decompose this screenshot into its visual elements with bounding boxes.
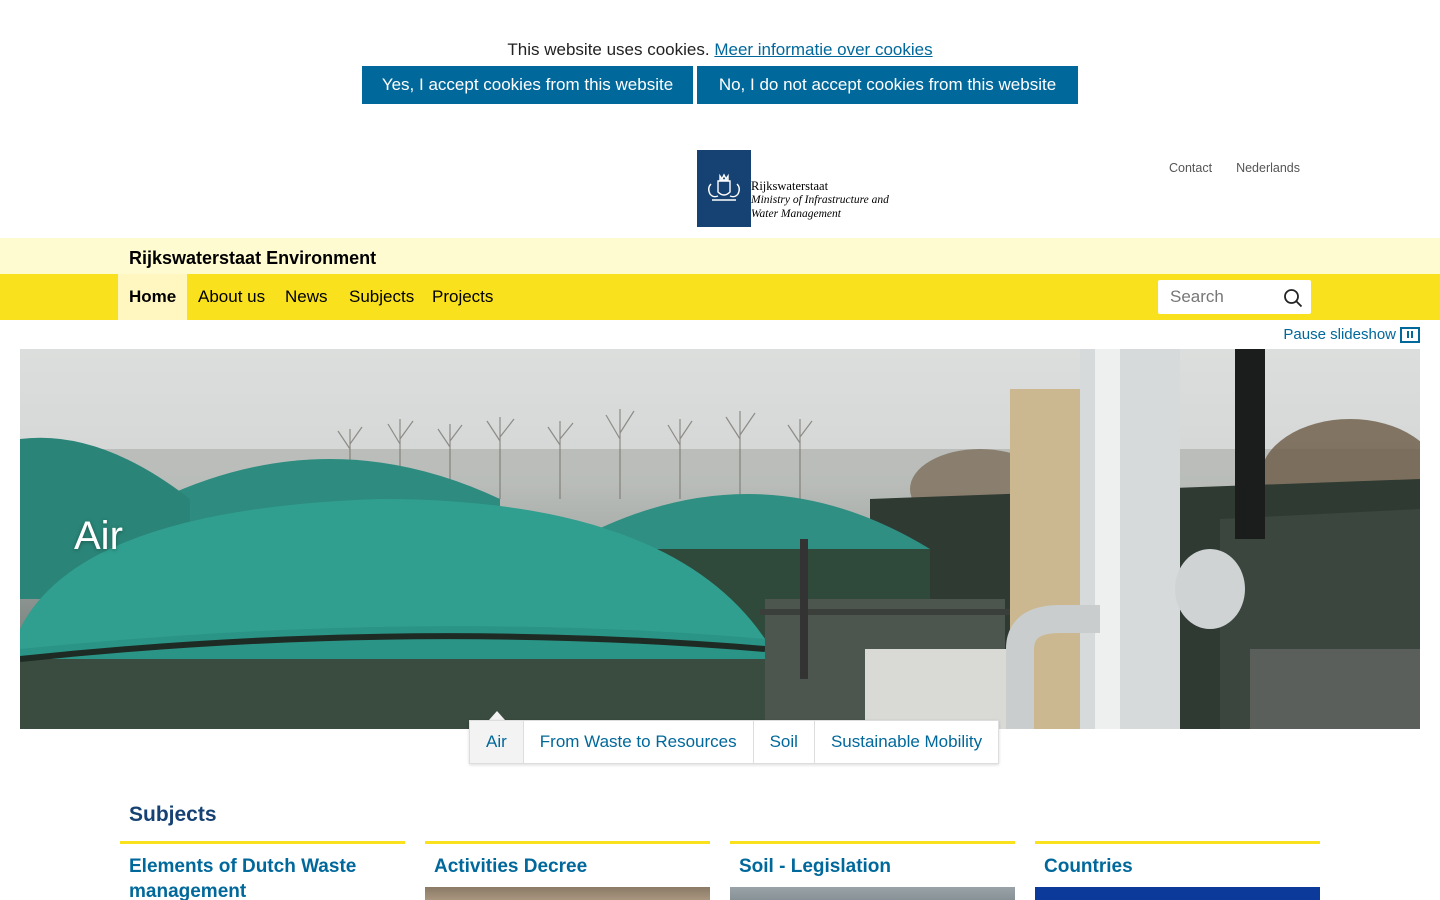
search-input[interactable] [1158,280,1268,314]
subject-card-image [1035,887,1320,900]
subject-card-image [730,887,1015,900]
cookie-message-text: This website uses cookies. [507,40,710,59]
tab-sustainable-mobility[interactable]: Sustainable Mobility [813,721,998,763]
nav-item-projects[interactable]: Projects [432,274,493,320]
subject-card[interactable]: Elements of Dutch Waste management [120,841,405,900]
language-link[interactable]: Nederlands [1236,161,1300,175]
active-tab-pointer [489,711,505,720]
subject-card[interactable]: Soil - Legislation [730,841,1015,900]
logo-line-3: Water Management [751,208,841,220]
nav-item-subjects[interactable]: Subjects [349,274,414,320]
logo-wordmark: Rijkswaterstaat Ministry of Infrastructu… [751,179,889,221]
hero-image [20,349,1420,729]
cookie-banner: This website uses cookies. Meer informat… [0,0,1440,130]
logo-line-2: Ministry of Infrastructure and [751,194,889,206]
subjects-heading: Subjects [129,803,217,826]
hero-scene [20,349,1420,729]
contact-link[interactable]: Contact [1169,161,1212,175]
subject-card-image [425,887,710,900]
accept-cookies-button[interactable]: Yes, I accept cookies from this website [362,66,693,104]
cookie-more-info-link[interactable]: Meer informatie over cookies [714,40,932,59]
tab-from-waste-to-resources[interactable]: From Waste to Resources [522,721,753,763]
tab-soil[interactable]: Soil [752,721,814,763]
pause-slideshow-label: Pause slideshow [1283,326,1396,343]
search-icon[interactable] [1283,288,1303,308]
subject-card-title[interactable]: Countries [1035,844,1320,879]
slideshow-tabs: Air From Waste to Resources Soil Sustain… [469,720,1000,764]
pause-icon [1400,326,1420,343]
slide-title[interactable]: Air [74,514,123,559]
top-links: Contact Nederlands [1169,161,1300,175]
site-title[interactable]: Rijkswaterstaat Environment [129,248,376,269]
tab-air[interactable]: Air [470,721,523,763]
subject-card-title[interactable]: Soil - Legislation [730,844,1015,879]
pause-slideshow-button[interactable]: Pause slideshow [1283,326,1420,343]
cookie-message: This website uses cookies. Meer informat… [0,40,1440,60]
search-box [1158,280,1311,314]
logo[interactable] [697,150,751,227]
nav-item-news[interactable]: News [285,274,328,320]
logo-line-1: Rijkswaterstaat [751,179,829,193]
subject-card-title[interactable]: Elements of Dutch Waste management [120,844,405,900]
subject-card[interactable]: Activities Decree [425,841,710,900]
decline-cookies-button[interactable]: No, I do not accept cookies from this we… [697,66,1078,104]
coat-of-arms-icon [708,173,740,201]
nav-item-about-us[interactable]: About us [198,274,265,320]
subject-card-title[interactable]: Activities Decree [425,844,710,879]
subject-card[interactable]: Countries [1035,841,1320,900]
nav-item-home[interactable]: Home [118,274,188,320]
